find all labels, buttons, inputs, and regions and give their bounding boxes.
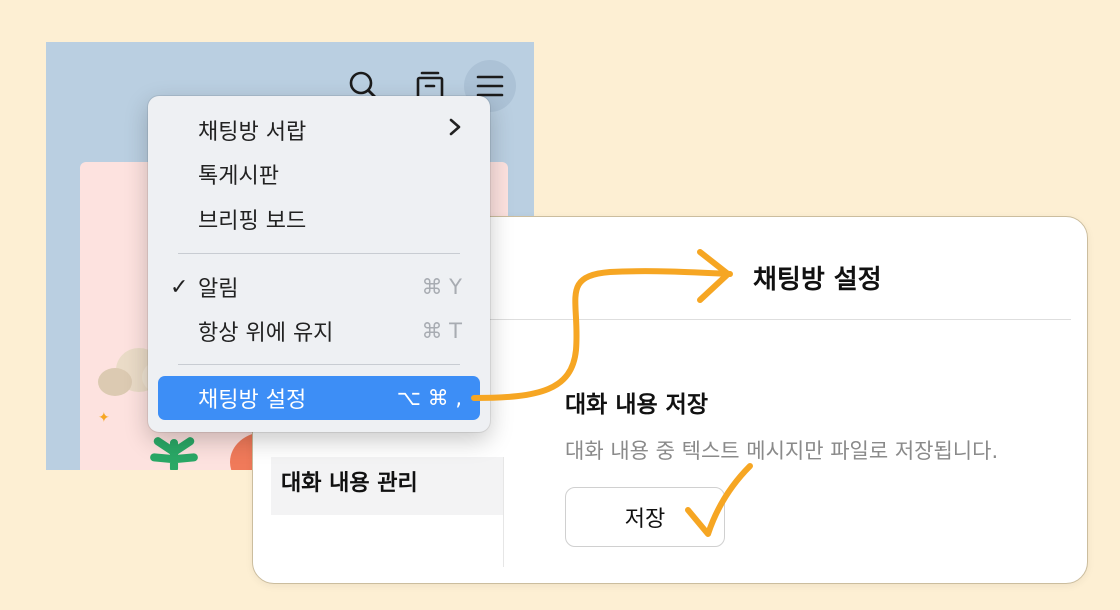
menu-item-notifications[interactable]: ✓ 알림 ⌘ Y	[158, 269, 480, 305]
menu-item-chat-drawer[interactable]: 채팅방 서랍	[158, 112, 480, 148]
menu-item-label: 항상 위에 유지	[198, 321, 334, 346]
chevron-right-icon	[448, 117, 462, 143]
menu-item-label: 채팅방 서랍	[198, 120, 307, 145]
settings-sidebar: 대화 내용 관리	[271, 457, 504, 567]
menu-item-always-on-top[interactable]: 항상 위에 유지 ⌘ T	[158, 313, 480, 349]
section-description: 대화 내용 중 텍스트 메시지만 파일로 저장됩니다.	[565, 439, 999, 463]
menu-separator	[178, 364, 460, 365]
sparkle-icon: ✦	[98, 410, 110, 426]
menu-item-briefing-board[interactable]: 브리핑 보드	[158, 201, 480, 237]
menu-shortcut: ⌥ ⌘ ,	[396, 386, 462, 410]
menu-separator	[178, 253, 460, 254]
menu-item-label: 채팅방 설정	[198, 388, 307, 413]
menu-item-talk-board[interactable]: 톡게시판	[158, 156, 480, 192]
section-title: 대화 내용 저장	[565, 392, 708, 418]
sidebar-item-label: 대화 내용 관리	[281, 471, 418, 496]
settings-title: 채팅방 설정	[753, 265, 882, 295]
menu-item-label: 톡게시판	[198, 164, 279, 189]
context-menu: 채팅방 서랍 톡게시판 브리핑 보드 ✓ 알림 ⌘ Y 항상 위에 유지 ⌘ T…	[148, 96, 490, 432]
menu-item-label: 브리핑 보드	[198, 209, 307, 234]
cloud-illustration	[98, 368, 132, 396]
checkmark-icon: ✓	[170, 274, 189, 300]
menu-item-chat-settings[interactable]: 채팅방 설정 ⌥ ⌘ ,	[158, 376, 480, 420]
plant-illustration	[150, 437, 198, 470]
menu-item-label: 알림	[198, 277, 239, 302]
menu-shortcut: ⌘ T	[421, 319, 462, 343]
sidebar-item-chat-management[interactable]: 대화 내용 관리	[271, 457, 503, 515]
menu-shortcut: ⌘ Y	[421, 275, 462, 299]
save-button[interactable]: 저장	[565, 487, 725, 547]
